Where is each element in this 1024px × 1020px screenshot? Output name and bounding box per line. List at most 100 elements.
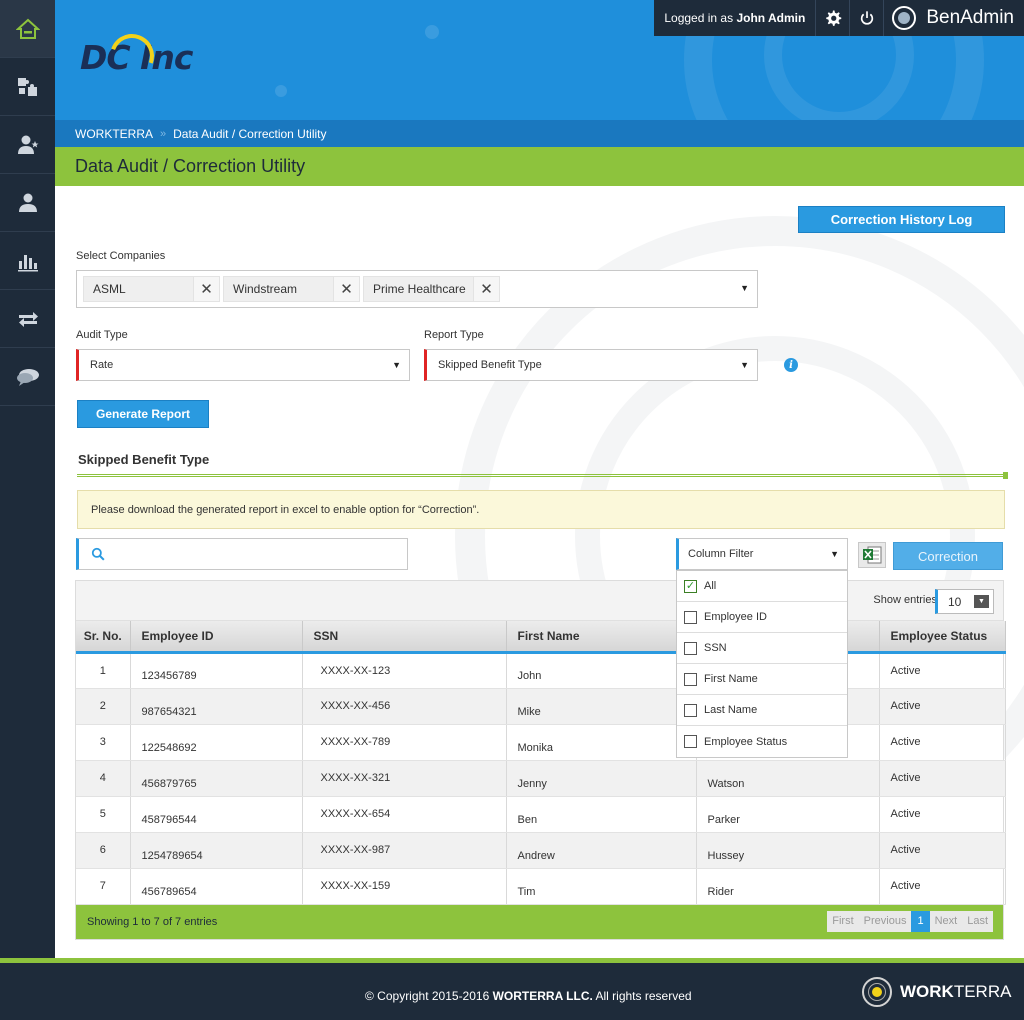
- home-icon: [15, 18, 40, 39]
- sidebar-item-employees[interactable]: [0, 174, 55, 232]
- table-cell: Active: [879, 760, 1006, 797]
- column-header[interactable]: Employee Status: [879, 621, 1006, 654]
- remove-company-icon[interactable]: ✕: [474, 276, 500, 302]
- logout-button[interactable]: [849, 0, 883, 36]
- table-cell: Tim: [506, 868, 697, 905]
- table-cell: XXXX-XX-123: [302, 652, 507, 689]
- table-row: 1 123456789 XXXX-XX-123 John Active: [76, 652, 1006, 689]
- chat-icon: [16, 368, 39, 386]
- copyright-text: © Copyright 2015-2016 WORTERRA LLC. All …: [365, 989, 692, 1003]
- column-filter-dropdown: All Employee ID SSN First Name Last Name…: [676, 570, 848, 758]
- company-logo[interactable]: DC Inc: [80, 26, 193, 86]
- breadcrumb-home[interactable]: WORKTERRA: [75, 127, 153, 141]
- column-filter-option-label: Employee ID: [704, 611, 767, 623]
- entries-select[interactable]: 10 ▼: [935, 589, 994, 614]
- remove-company-icon[interactable]: ✕: [194, 276, 220, 302]
- audit-type-select[interactable]: Rate ▼: [76, 349, 410, 381]
- column-filter-option-label: All: [704, 580, 717, 592]
- table-cell: XXXX-XX-321: [302, 760, 507, 797]
- column-header[interactable]: Sr. No.: [76, 621, 131, 654]
- page-title-bar: Data Audit / Correction Utility: [55, 147, 1024, 186]
- header: DC Inc Logged in as John Admin BenAdmin …: [55, 0, 1024, 147]
- column-filter-select[interactable]: Column Filter ▼: [676, 538, 848, 570]
- section-divider-end: [1003, 472, 1008, 479]
- workterra-logo-icon: [862, 977, 892, 1007]
- company-chip-name: Prime Healthcare: [363, 276, 474, 302]
- column-header[interactable]: Employee ID: [130, 621, 303, 654]
- table-cell: XXXX-XX-159: [302, 868, 507, 905]
- user-icon: [18, 193, 37, 212]
- pager-first[interactable]: First: [827, 911, 858, 932]
- table-row: 6 1254789654 XXXX-XX-987 Andrew Hussey A…: [76, 832, 1006, 869]
- chevron-down-icon: ▼: [830, 549, 839, 559]
- checkbox-icon: [684, 641, 697, 655]
- company-chip: Windstream ✕: [223, 276, 360, 302]
- column-filter-label: Column Filter: [688, 548, 754, 560]
- table-toolbar: Show entries 10 ▼: [76, 581, 1003, 621]
- benadmin-brand[interactable]: BenAdmin: [883, 0, 1024, 36]
- power-icon: [860, 11, 873, 25]
- column-filter-option-label: First Name: [704, 673, 758, 685]
- workterra-logo[interactable]: WORK TERRA: [862, 977, 1011, 1007]
- company-chip: Prime Healthcare ✕: [363, 276, 500, 302]
- pager-last[interactable]: Last: [962, 911, 993, 932]
- pager-current[interactable]: 1: [911, 910, 930, 932]
- table-cell: Active: [879, 652, 1006, 689]
- column-filter-option-label: Last Name: [704, 704, 758, 716]
- report-type-select[interactable]: Skipped Benefit Type ▼: [424, 349, 758, 381]
- sidebar-item-reports[interactable]: [0, 232, 55, 290]
- table-cell: XXXX-XX-654: [302, 796, 507, 833]
- column-filter-option[interactable]: Employee Status: [677, 726, 847, 757]
- correction-history-log-button[interactable]: Correction History Log: [798, 206, 1005, 233]
- footer: © Copyright 2015-2016 WORTERRA LLC. All …: [0, 958, 1024, 1020]
- settings-button[interactable]: [815, 0, 849, 36]
- company-chip-name: Windstream: [223, 276, 334, 302]
- pagination: First Previous 1 Next Last: [827, 910, 993, 932]
- pager-next[interactable]: Next: [930, 911, 963, 932]
- remove-company-icon[interactable]: ✕: [334, 276, 360, 302]
- checkbox-icon: [684, 703, 697, 717]
- sidebar-item-user-favorites[interactable]: [0, 116, 55, 174]
- sidebar-item-modules[interactable]: [0, 58, 55, 116]
- copyright-prefix: © Copyright 2015-2016: [365, 989, 490, 1003]
- section-divider: [77, 474, 1007, 477]
- chevron-down-icon[interactable]: ▼: [740, 283, 749, 293]
- search-input[interactable]: [113, 540, 407, 568]
- table-cell: 5: [76, 796, 131, 833]
- generate-report-button[interactable]: Generate Report: [77, 400, 209, 428]
- entries-value: 10: [948, 594, 962, 609]
- table-cell: XXXX-XX-789: [302, 724, 507, 761]
- sidebar-item-home[interactable]: [0, 0, 55, 58]
- table-cell: Hussey: [696, 832, 880, 869]
- correction-button[interactable]: Correction: [893, 542, 1003, 570]
- show-entries-label: Show entries: [873, 594, 937, 606]
- table-cell: 458796544: [130, 796, 303, 833]
- benadmin-logo-icon: [892, 6, 917, 30]
- companies-multiselect[interactable]: ASML ✕ Windstream ✕ Prime Healthcare ✕ ▼: [76, 270, 758, 308]
- copyright-suffix: All rights reserved: [595, 989, 692, 1003]
- info-icon[interactable]: i: [784, 358, 798, 372]
- sidebar-item-data-transfer[interactable]: [0, 290, 55, 348]
- login-prefix: Logged in as: [664, 11, 734, 25]
- column-filter-option[interactable]: First Name: [677, 664, 847, 695]
- column-filter-option[interactable]: SSN: [677, 633, 847, 664]
- table-cell: 1: [76, 652, 131, 689]
- user-star-icon: [17, 135, 38, 154]
- header-decoration: [425, 25, 439, 39]
- checkbox-icon: [684, 672, 697, 686]
- table-cell: XXXX-XX-456: [302, 688, 507, 725]
- column-filter-option[interactable]: Employee ID: [677, 602, 847, 633]
- table-cell: Monika: [506, 724, 697, 761]
- user-name[interactable]: John Admin: [736, 11, 805, 25]
- main-content: Correction History Log Select Companies …: [55, 186, 1024, 960]
- column-header[interactable]: First Name: [506, 621, 697, 654]
- column-filter-option[interactable]: All: [677, 571, 847, 602]
- table-cell: 3: [76, 724, 131, 761]
- sidebar-item-messages[interactable]: [0, 348, 55, 406]
- column-header[interactable]: SSN: [302, 621, 507, 654]
- pager-previous[interactable]: Previous: [859, 911, 912, 932]
- table-row: 5 458796544 XXXX-XX-654 Ben Parker Activ…: [76, 796, 1006, 833]
- column-filter-option[interactable]: Last Name: [677, 695, 847, 726]
- export-excel-button[interactable]: [858, 542, 886, 568]
- table-cell: 2: [76, 688, 131, 725]
